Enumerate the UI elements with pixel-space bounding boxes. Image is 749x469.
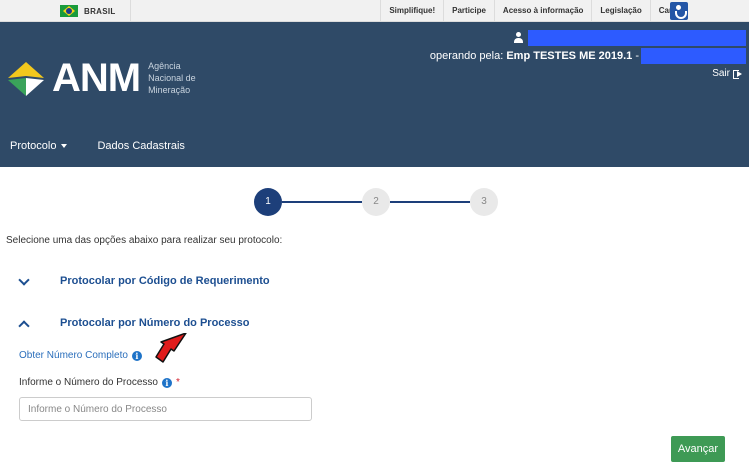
divider: [130, 0, 131, 22]
numero-processo-input[interactable]: [19, 397, 312, 421]
user-icon: [513, 32, 523, 44]
redacted-company-id: [641, 48, 746, 64]
gov-brasil-link[interactable]: BRASIL: [60, 4, 116, 18]
field-label-text: Informe o Número do Processo: [19, 377, 158, 388]
logout-label: Sair: [712, 68, 730, 79]
logout-link[interactable]: Sair: [712, 68, 743, 79]
info-icon[interactable]: i: [131, 350, 142, 361]
accordion-codigo-requerimento[interactable]: Protocolar por Código de Requerimento: [18, 271, 270, 291]
gov-link-legislacao[interactable]: Legislação: [591, 0, 649, 22]
logo-text: ANM: [52, 56, 141, 100]
required-marker: *: [175, 377, 180, 388]
redacted-username: [528, 30, 746, 46]
brazil-flag-icon: [60, 5, 78, 17]
nav-item-label: Protocolo: [10, 140, 57, 152]
logo-subtitle: Agência Nacional de Mineração: [148, 60, 196, 96]
gov-link-simplifique[interactable]: Simplifique!: [380, 0, 443, 22]
nav-item-protocolo[interactable]: Protocolo: [0, 134, 77, 158]
accordion-label: Protocolar por Código de Requerimento: [60, 275, 270, 287]
red-arrow-annotation-icon: [155, 333, 187, 363]
operando-info: operando pela: Emp TESTES ME 2019.1 -: [430, 50, 639, 62]
operando-suffix: -: [635, 50, 639, 62]
accordion-label: Protocolar por Número do Processo: [60, 317, 250, 329]
anm-logo[interactable]: ANM Agência Nacional de Mineração: [6, 58, 196, 98]
nav-item-label: Dados Cadastrais: [97, 140, 185, 152]
gov-links: Simplifique! Participe Acesso à informaç…: [380, 0, 693, 22]
gov-link-participe[interactable]: Participe: [443, 0, 494, 22]
logo-subtitle-line: Mineração: [148, 85, 191, 95]
caret-down-icon: [61, 144, 68, 148]
logo-subtitle-line: Nacional de: [148, 73, 196, 83]
site-header: ANM Agência Nacional de Mineração operan…: [0, 22, 749, 167]
accordion-numero-processo[interactable]: Protocolar por Número do Processo: [18, 313, 249, 333]
anm-logo-mark-icon: [8, 62, 44, 96]
logo-subtitle-line: Agência: [148, 61, 181, 71]
obter-numero-completo: Obter Número Completo i: [19, 350, 142, 361]
operando-prefix: operando pela:: [429, 50, 504, 62]
step-connector: [282, 201, 362, 203]
processo-field-label: Informe o Número do Processo i *: [19, 377, 180, 388]
main-nav: Protocolo Dados Cadastrais: [0, 134, 195, 158]
step-connector: [390, 201, 470, 203]
sign-out-icon: [733, 69, 743, 79]
step-1: 1: [254, 188, 282, 216]
avancar-button[interactable]: Avançar: [671, 436, 725, 462]
progress-stepper: 1 2 3: [254, 188, 498, 216]
operando-company: Emp TESTES ME 2019.1: [506, 50, 633, 62]
accessibility-icon[interactable]: [670, 2, 688, 20]
chevron-down-icon: [18, 275, 30, 287]
gov-brasil-label: BRASIL: [84, 6, 116, 16]
chevron-up-icon: [18, 317, 30, 329]
info-icon[interactable]: i: [161, 377, 172, 388]
step-2: 2: [362, 188, 390, 216]
nav-item-dados-cadastrais[interactable]: Dados Cadastrais: [87, 134, 194, 158]
gov-link-acesso-informacao[interactable]: Acesso à informação: [493, 0, 591, 22]
step-3: 3: [470, 188, 498, 216]
gov-bar: BRASIL Simplifique! Participe Acesso à i…: [0, 0, 749, 22]
obter-numero-link[interactable]: Obter Número Completo: [19, 350, 128, 361]
instruction-text: Selecione uma das opções abaixo para rea…: [6, 235, 283, 246]
